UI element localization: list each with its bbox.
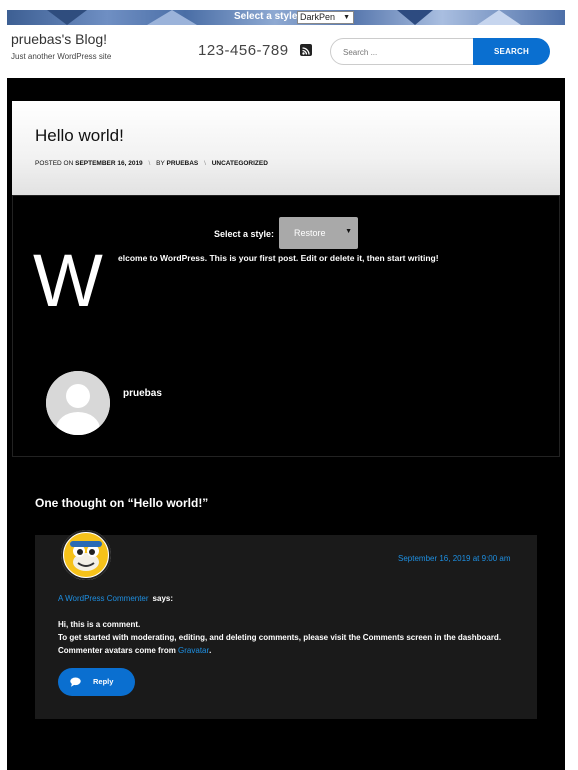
meta-separator: \ [204,160,206,167]
comment-date-link[interactable]: September 16, 2019 at 9:00 am [398,554,511,563]
comment-text-prefix: Commenter avatars come from [58,646,179,655]
comment-author-link[interactable]: A WordPress Commenter [58,594,149,603]
post-content: elcome to WordPress. This is your first … [118,253,439,263]
style-switcher-dropdown[interactable]: DarkPen ▼ [297,11,354,24]
site-header: pruebas's Blog! Just another WordPress s… [7,25,565,78]
gravatar-link[interactable]: Gravatar [178,646,209,655]
style-select-label: Select a style: [214,229,275,239]
dropdown-arrow-icon: ▼ [343,14,350,21]
author-name: pruebas [123,388,162,399]
wapuu-avatar-icon [61,530,111,580]
post-title[interactable]: Hello world! [35,126,124,146]
comment-text-line: To get started with moderating, editing,… [58,633,502,642]
article-header: Hello world! POSTED ON SEPTEMBER 16, 201… [12,101,560,195]
comment-author: A WordPress Commenter says: [58,594,173,603]
site-tagline: Just another WordPress site [11,52,112,61]
style-switcher-value: DarkPen [300,12,336,22]
post-category-link[interactable]: UNCATEGORIZED [212,160,268,167]
dropdown-arrow-icon: ▼ [345,228,352,235]
style-switcher-bar: Select a style: DarkPen ▼ [7,10,565,25]
reply-label: Reply [93,677,114,686]
comment-text-suffix: . [209,646,212,655]
speech-bubble-icon [70,677,81,687]
style-select-dropdown[interactable]: Restore ▼ [279,217,358,249]
search-button[interactable]: SEARCH [473,38,550,65]
rss-icon[interactable] [300,44,312,56]
style-select-value: Restore [294,228,326,238]
commenter-avatar [60,529,112,581]
by-label: BY [156,160,165,167]
site-title[interactable]: pruebas's Blog! [11,31,107,47]
drop-cap: W [33,239,103,322]
post-author-link[interactable]: PRUEBAS [166,160,198,167]
comments-title: One thought on “Hello world!” [35,496,209,510]
comment-text-line: Commenter avatars come from Gravatar. [58,646,211,655]
author-avatar [46,371,110,435]
style-switcher-label: Select a style: [234,11,301,22]
default-avatar-icon [46,371,110,435]
post-meta: POSTED ON SEPTEMBER 16, 2019 \ BY PRUEBA… [35,160,268,167]
meta-separator: \ [148,160,151,167]
phone-number: 123-456-789 [198,42,289,59]
post-date[interactable]: SEPTEMBER 16, 2019 [75,160,143,167]
search-box [330,38,480,65]
comment-text-line: Hi, this is a comment. [58,620,141,629]
posted-on-label: POSTED ON [35,160,74,167]
comment-says-label: says: [152,594,174,603]
reply-button[interactable]: Reply [58,668,135,696]
search-input[interactable] [343,45,473,59]
